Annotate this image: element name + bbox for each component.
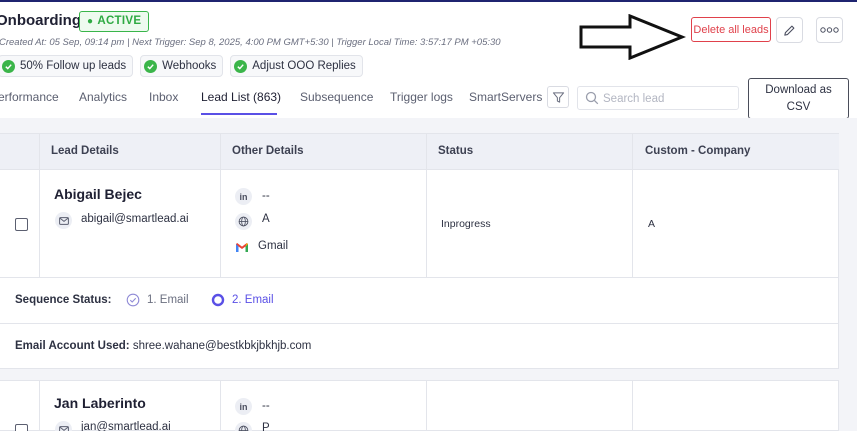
more-options-button[interactable]: [816, 17, 843, 43]
linkedin-icon[interactable]: in: [235, 398, 252, 415]
column-status: Status: [438, 145, 474, 157]
email-account-row: Email Account Used: shree.wahane@bestkbk…: [0, 324, 839, 369]
email-provider: Gmail: [258, 240, 289, 252]
download-label-line2: CSV: [786, 101, 811, 113]
active-tab-indicator: [201, 113, 277, 115]
page-title: Onboarding: [0, 12, 81, 29]
circle-icon: [211, 293, 225, 307]
linkedin-value: --: [262, 190, 270, 202]
chip-label: 50% Follow up leads: [20, 60, 127, 72]
row-checkbox[interactable]: [15, 218, 28, 231]
top-border: [0, 0, 857, 2]
check-icon: [2, 59, 15, 73]
tab-subsequence[interactable]: Subsequence: [300, 90, 373, 104]
tab-inbox[interactable]: Inbox: [149, 90, 178, 104]
mail-icon: [55, 212, 72, 229]
column-custom-company: Custom - Company: [645, 145, 751, 157]
lead-table: Lead Details Other Details Status Custom…: [0, 133, 839, 431]
chip-follow-up[interactable]: 50% Follow up leads: [0, 55, 134, 77]
delete-all-leads-button[interactable]: Delete all leads: [691, 17, 771, 42]
check-icon: [144, 59, 158, 73]
sequence-step-label: 1. Email: [147, 294, 189, 306]
sequence-step-label: 2. Email: [232, 294, 274, 306]
lead-email: abigail@smartlead.ai: [81, 213, 189, 225]
lead-status: Inprogress: [441, 218, 491, 230]
column-other-details: Other Details: [232, 145, 304, 157]
search-box: [577, 86, 739, 110]
email-account-label: Email Account Used:: [15, 340, 130, 352]
mail-icon: [55, 421, 72, 431]
table-row[interactable]: Abigail Bejec abigail@smartlead.ai in --…: [0, 170, 839, 278]
table-header: Lead Details Other Details Status Custom…: [0, 134, 839, 170]
linkedin-icon[interactable]: in: [235, 188, 252, 205]
filter-icon: [552, 91, 564, 103]
linkedin-value: --: [262, 400, 270, 412]
lead-name[interactable]: Abigail Bejec: [54, 186, 142, 202]
globe-icon: [235, 213, 252, 230]
tab-trigger-logs[interactable]: Trigger logs: [390, 90, 453, 104]
check-icon: [234, 59, 248, 73]
search-input[interactable]: [603, 90, 733, 107]
sequence-status-row: Sequence Status: 1. Email 2. Email: [0, 278, 839, 324]
search-icon: [585, 91, 599, 105]
filter-button[interactable]: [547, 86, 569, 108]
status-badge-label: ACTIVE: [97, 15, 142, 27]
lead-email: jan@smartlead.ai: [81, 421, 171, 431]
campaign-meta: Created At: 05 Sep, 09:14 pm | Next Trig…: [0, 37, 501, 48]
tab-lead-list[interactable]: Lead List (863): [201, 90, 281, 104]
download-csv-button[interactable]: Download as CSV: [748, 78, 849, 119]
chip-label: Adjust OOO Replies: [252, 60, 356, 72]
lead-name[interactable]: Jan Laberinto: [54, 395, 146, 411]
website-value: P: [262, 422, 270, 431]
sequence-step-1[interactable]: 1. Email: [126, 293, 189, 307]
pencil-icon: [784, 25, 795, 36]
download-label-line1: Download as: [765, 84, 832, 96]
arrow-right-icon: [579, 14, 686, 60]
settings-chips: 50% Follow up leads Webhooks Adjust OOO …: [0, 55, 363, 77]
status-badge: ● ACTIVE: [79, 11, 150, 32]
website-value: A: [262, 213, 270, 225]
sequence-status-label: Sequence Status:: [15, 294, 112, 306]
email-account-value: shree.wahane@bestkbkjbkhjb.com: [132, 340, 312, 352]
column-lead-details: Lead Details: [51, 145, 119, 157]
custom-company-value: A: [648, 218, 656, 230]
chip-label: Webhooks: [162, 60, 217, 72]
edit-button[interactable]: [776, 17, 803, 43]
chip-ooo-replies[interactable]: Adjust OOO Replies: [230, 55, 363, 77]
row-separator: [0, 369, 839, 381]
tab-smartservers[interactable]: SmartServers: [469, 90, 542, 104]
more-icon: [820, 27, 839, 33]
chip-webhooks[interactable]: Webhooks: [140, 55, 224, 77]
table-row[interactable]: Jan Laberinto jan@smartlead.ai in -- P: [0, 381, 839, 431]
tab-performance[interactable]: erformance: [0, 90, 59, 104]
check-circle-icon: [126, 293, 140, 307]
gmail-icon: [235, 240, 249, 258]
sequence-step-2[interactable]: 2. Email: [211, 293, 274, 307]
globe-icon: [235, 422, 252, 431]
row-checkbox[interactable]: [15, 424, 28, 431]
tab-analytics[interactable]: Analytics: [79, 90, 127, 104]
